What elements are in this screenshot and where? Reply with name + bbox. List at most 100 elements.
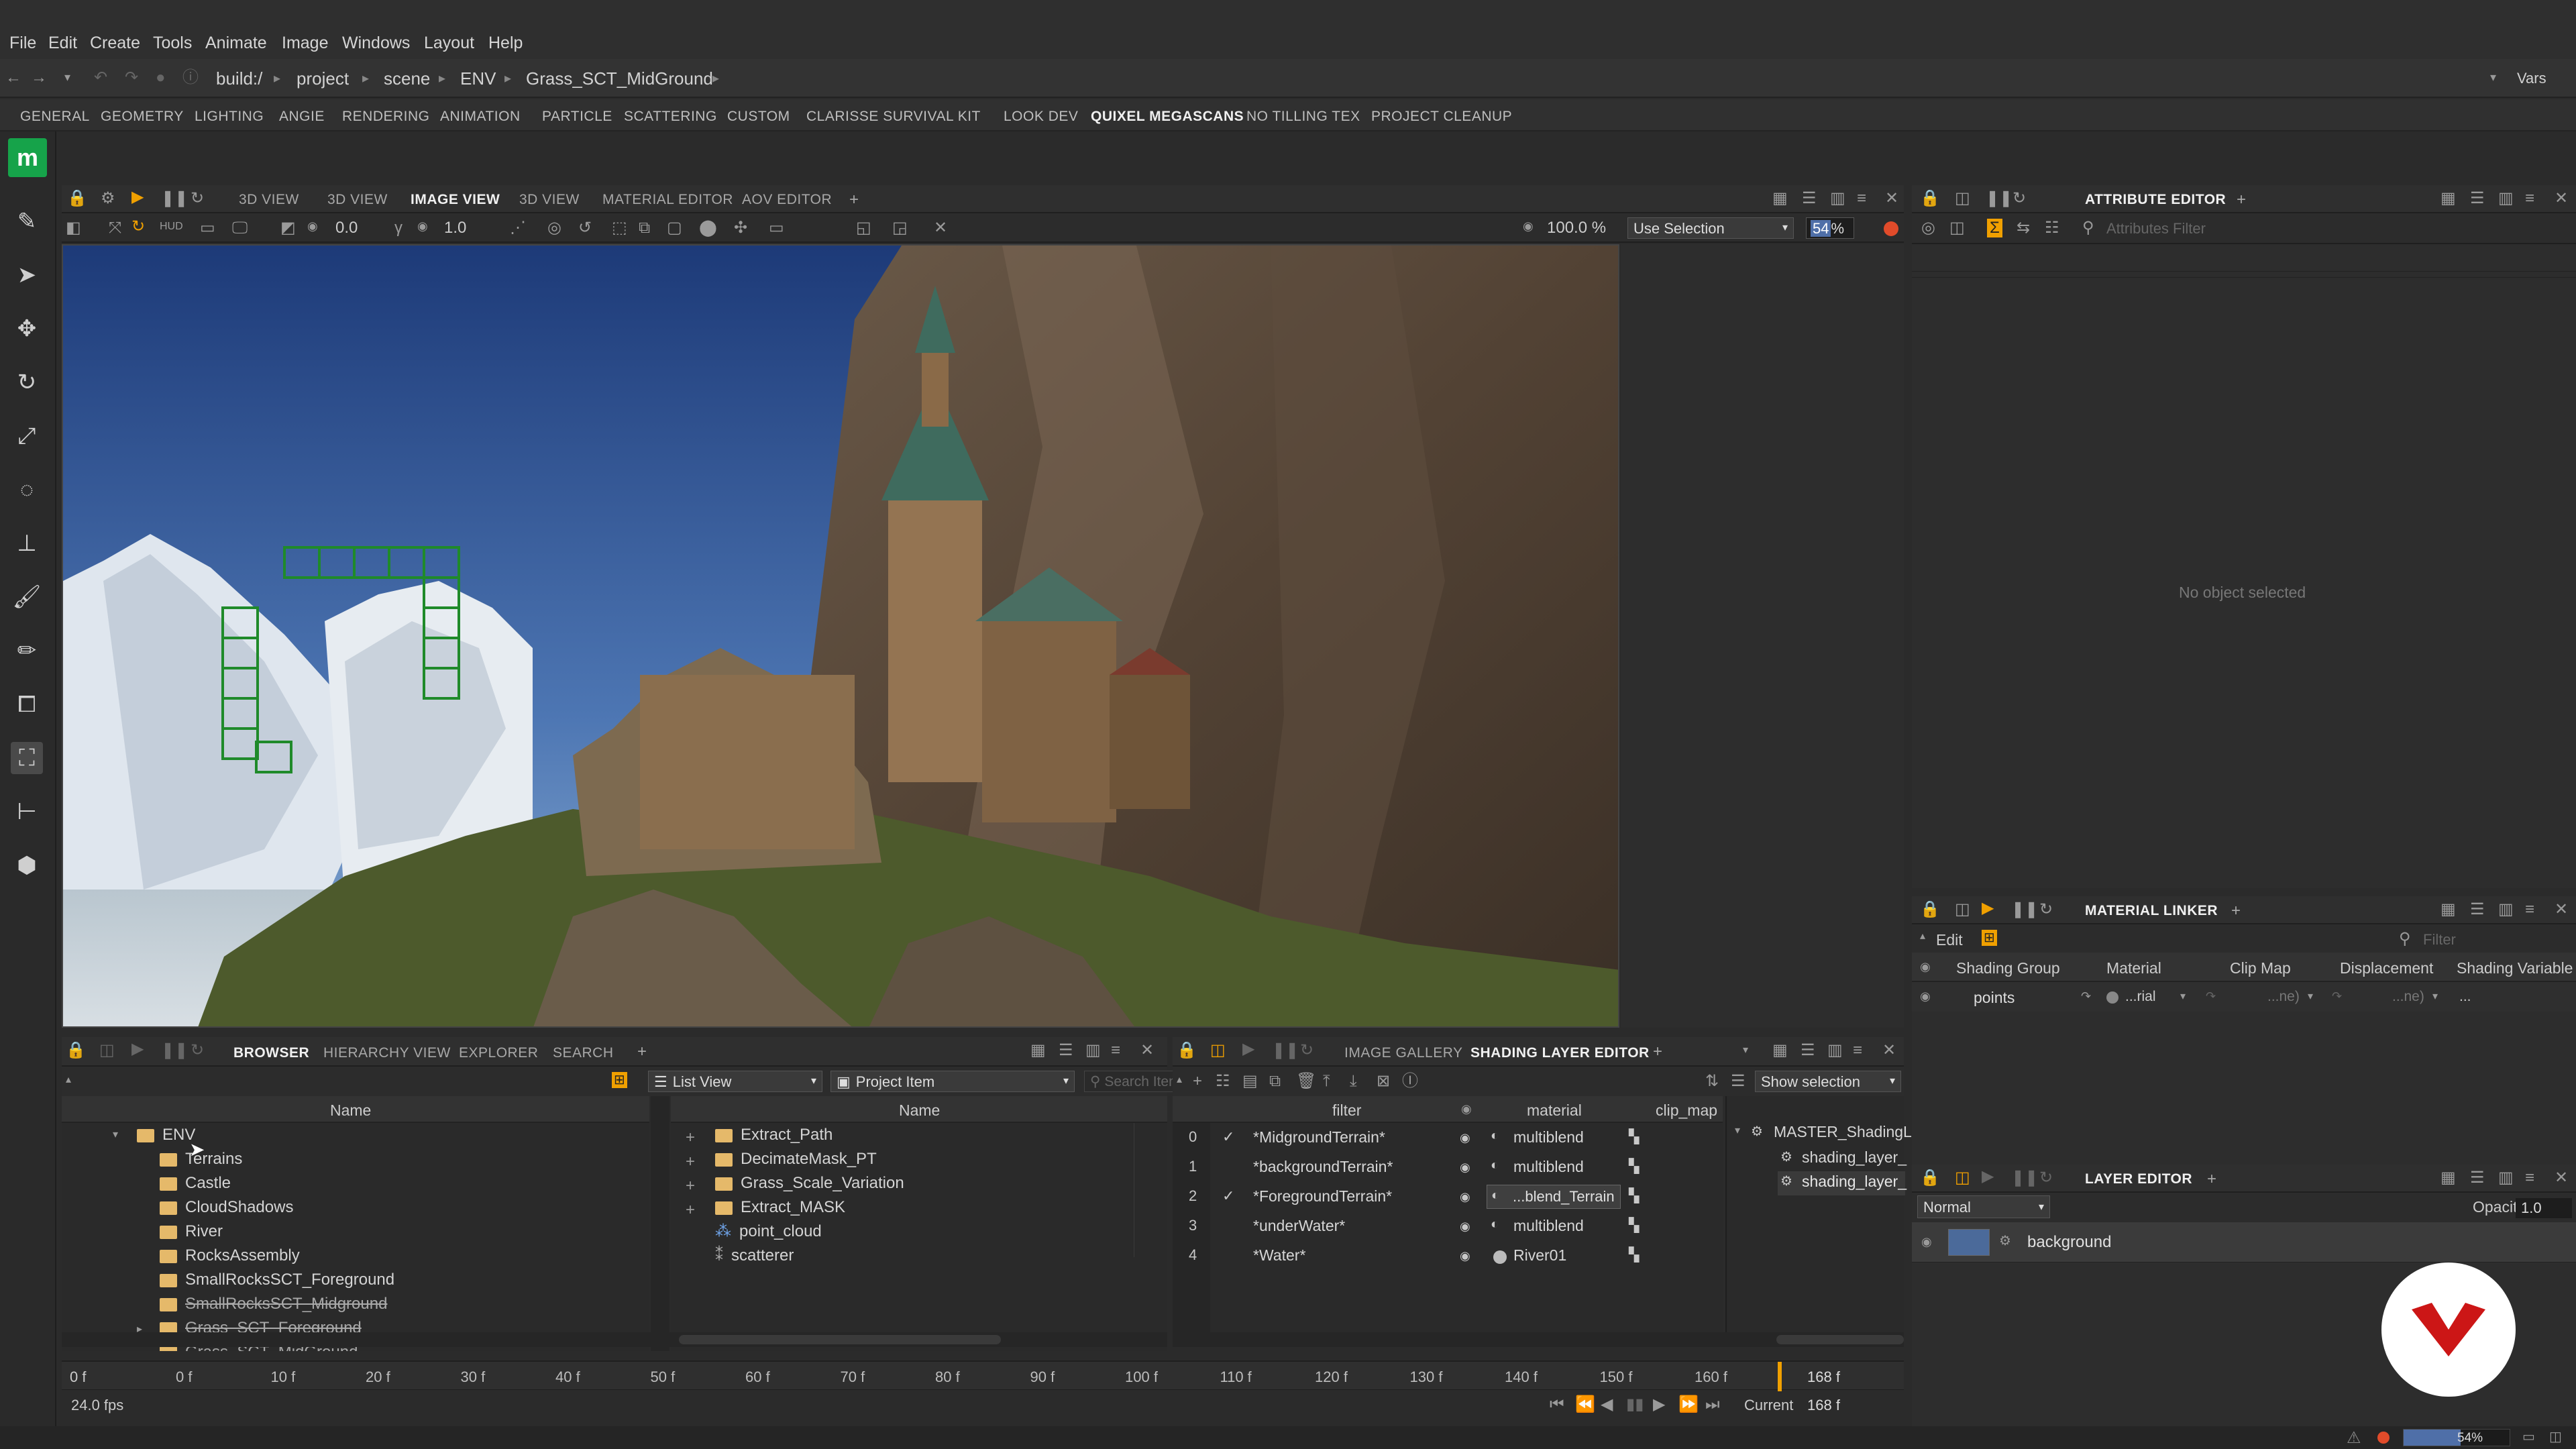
warning-icon[interactable]: ⚠ <box>2347 1430 2361 1446</box>
view-icon[interactable]: ◫ <box>1949 220 1965 236</box>
shapes-icon[interactable]: ⬢ <box>11 849 43 881</box>
chevron-down-icon[interactable]: ▾ <box>2180 991 2186 1002</box>
snapshot-icon[interactable]: ◎ <box>547 220 561 236</box>
view-options-icon[interactable]: ⊞ <box>612 1072 627 1088</box>
tab-browser[interactable]: BROWSER <box>233 1045 309 1061</box>
close-panel-icon[interactable]: ✕ <box>1885 191 1898 207</box>
refresh-icon[interactable]: ↻ <box>191 191 204 207</box>
shading-row-4[interactable]: 4 *Water* ◉ River01 ▚ <box>1173 1241 1723 1271</box>
expand-plus-icon[interactable]: + <box>686 1178 695 1194</box>
shelf-tab-quixel[interactable]: QUIXEL MEGASCANS <box>1091 109 1244 125</box>
refresh-icon[interactable]: ↻ <box>2012 191 2026 207</box>
tab-material-editor[interactable]: MATERIAL EDITOR <box>602 192 733 208</box>
add-tab-button[interactable]: + <box>2207 1170 2217 1189</box>
breadcrumb-current[interactable]: Grass_SCT_MidGround <box>522 67 717 90</box>
layout-grid-icon[interactable]: ▦ <box>1030 1042 1046 1059</box>
layout-cols-icon[interactable]: ▥ <box>2498 902 2514 918</box>
row-clip-map[interactable]: ...ne) <box>2267 989 2300 1005</box>
browser-hscrollbar[interactable] <box>62 1332 1167 1347</box>
tree-item-rocksassembly[interactable]: RocksAssembly <box>160 1244 300 1268</box>
tab-hierarchy-view[interactable]: HIERARCHY VIEW <box>323 1045 451 1061</box>
menu-icon[interactable]: ≡ <box>2525 902 2534 918</box>
expand-plus-icon[interactable]: + <box>686 1130 695 1146</box>
shading-row-3[interactable]: 3 *underWater* ◉ ◐ multiblend ▚ <box>1173 1212 1723 1241</box>
shading-hscrollbar[interactable] <box>1173 1332 1904 1347</box>
menu-windows[interactable]: Windows <box>342 34 410 53</box>
first-frame-icon[interactable]: ⏮ <box>1550 1397 1564 1413</box>
tree-item-smallrocks-midground[interactable]: SmallRocksSCT_Midground <box>160 1292 387 1316</box>
layout-grid-icon[interactable]: ▦ <box>1772 191 1788 207</box>
rename-icon[interactable]: Ⓘ <box>1402 1073 1418 1089</box>
tree-header-name[interactable]: Name <box>330 1102 371 1120</box>
menu-icon[interactable]: ≡ <box>1857 191 1866 207</box>
region-icon[interactable]: ⬚ <box>612 220 627 236</box>
orbit-icon[interactable]: ◌ <box>11 474 43 506</box>
list-item-grass-scale[interactable]: Grass_Scale_Variation <box>715 1171 904 1195</box>
check-icon[interactable]: ✓ <box>1222 1187 1234 1205</box>
breadcrumb-scene[interactable]: scene <box>380 67 434 90</box>
menu-icon[interactable]: ≡ <box>2525 191 2534 207</box>
timeline-end[interactable]: 168 f <box>1807 1368 1840 1386</box>
view-list-icon[interactable]: ☰ <box>1731 1073 1746 1089</box>
play-forward-icon[interactable]: ▶ <box>1653 1397 1665 1413</box>
color-picker-icon[interactable]: ⬤ <box>699 220 717 236</box>
menu-tools[interactable]: Tools <box>153 34 192 53</box>
close-panel-icon[interactable]: ✕ <box>1140 1042 1154 1059</box>
add-tab-button[interactable]: + <box>2237 191 2247 209</box>
breadcrumb-env[interactable]: ENV <box>456 67 500 90</box>
sum-icon[interactable]: Σ <box>1987 219 2002 237</box>
move-up-icon[interactable]: ⤒ <box>1323 1073 1330 1089</box>
edit-menu[interactable]: Edit <box>1936 931 1963 949</box>
pause-icon[interactable]: ❚❚ <box>2011 902 2038 918</box>
clip-map-icon[interactable]: ▚ <box>1629 1217 1639 1234</box>
forward-arrow-icon[interactable]: → <box>31 70 47 86</box>
row-material[interactable]: multiblend <box>1513 1128 1584 1146</box>
layer-grid-icon[interactable]: ▤ <box>1242 1073 1258 1089</box>
close-panel-icon[interactable]: ✕ <box>2555 191 2568 207</box>
layout-grid-icon[interactable]: ▦ <box>2440 191 2456 207</box>
tab-3d-view-3[interactable]: 3D VIEW <box>519 192 580 208</box>
close-panel-icon[interactable]: ✕ <box>2555 1170 2568 1186</box>
tab-aov-editor[interactable]: AOV EDITOR <box>742 192 832 208</box>
tab-3d-view-2[interactable]: 3D VIEW <box>327 192 388 208</box>
play-icon[interactable]: ▶ <box>131 189 144 205</box>
tab-shading-layer-editor[interactable]: SHADING LAYER EDITOR <box>1470 1045 1650 1061</box>
tree-item-castle[interactable]: Castle <box>160 1171 231 1195</box>
layer-row-background[interactable]: ◉ ⚙ background <box>1912 1222 2576 1263</box>
scale-icon[interactable]: ⤢ <box>11 420 43 452</box>
expand-icon[interactable]: ✕ <box>934 220 947 236</box>
tree-item-river[interactable]: River <box>160 1220 223 1244</box>
menu-layout[interactable]: Layout <box>424 34 474 53</box>
lock-icon[interactable]: 🔒 <box>67 191 87 207</box>
eye-icon[interactable]: ◉ <box>1460 1190 1470 1204</box>
shelf-tab-custom[interactable]: CUSTOM <box>727 109 790 125</box>
chevron-down-icon[interactable]: ▾ <box>2308 991 2313 1002</box>
link-icon[interactable]: ↷ <box>2081 990 2091 1002</box>
refresh-icon[interactable]: ↻ <box>191 1042 204 1059</box>
item-filter-dropdown[interactable]: ▣ Project Item ▾ <box>830 1071 1075 1092</box>
lock-icon[interactable]: 🔒 <box>66 1042 86 1059</box>
stop-icon[interactable]: ● <box>156 70 166 86</box>
monitor-icon[interactable]: ▭ <box>769 220 784 236</box>
collapse-icon[interactable]: ▴ <box>1177 1075 1182 1085</box>
layout-rows-icon[interactable]: ☰ <box>2470 1170 2485 1186</box>
exposure-icon[interactable]: ◩ <box>280 220 296 236</box>
undo-icon[interactable]: ↶ <box>94 70 107 86</box>
eyedropper-icon[interactable]: ✎ <box>11 205 43 237</box>
history-icon[interactable]: ◫ <box>1955 902 1970 918</box>
breadcrumb-project[interactable]: project <box>292 67 353 90</box>
play-icon[interactable]: ▶ <box>1982 1169 1994 1185</box>
notification-icon[interactable]: ◫ <box>2549 1430 2562 1444</box>
shelf-tab-animation[interactable]: ANIMATION <box>440 109 521 125</box>
shelf-tab-particle[interactable]: PARTICLE <box>542 109 612 125</box>
menu-edit[interactable]: Edit <box>48 34 77 53</box>
row-material[interactable]: ...rial <box>2125 989 2156 1005</box>
tree-item-shading-layer-2[interactable]: shading_layer_ <box>1802 1173 1907 1191</box>
row-displacement[interactable]: ...ne) <box>2392 989 2424 1005</box>
layout-rows-icon[interactable]: ☰ <box>1802 191 1817 207</box>
path-dropdown-icon[interactable]: ▾ <box>2490 71 2496 83</box>
play-icon[interactable]: ▶ <box>131 1041 144 1057</box>
tab-material-linker[interactable]: MATERIAL LINKER <box>2085 903 2218 919</box>
lock-icon[interactable]: 🔒 <box>1920 191 1940 207</box>
row-filter[interactable]: *underWater* <box>1253 1217 1345 1235</box>
